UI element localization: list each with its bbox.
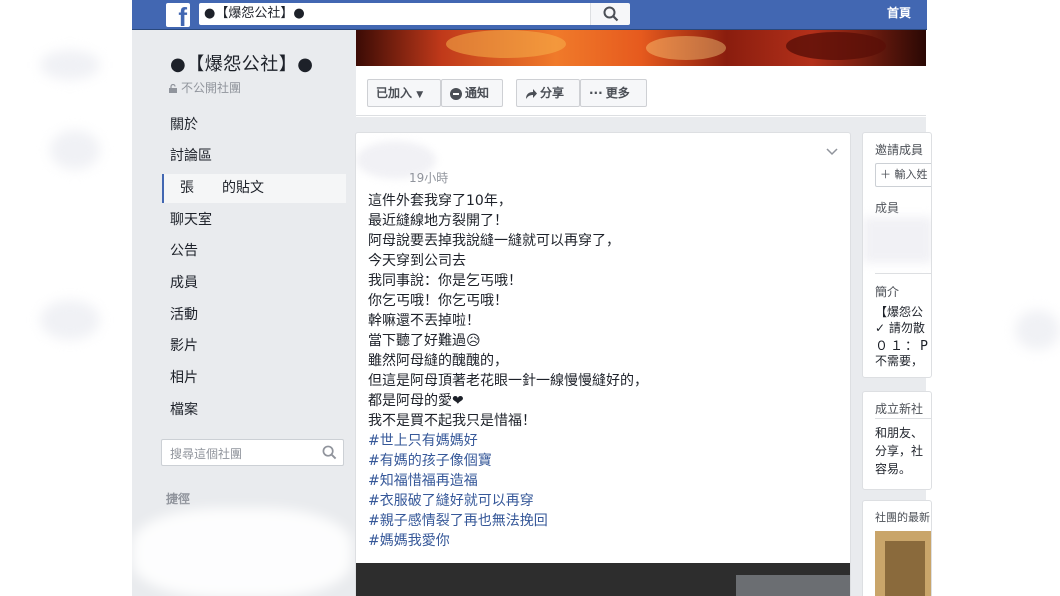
post-text-line: 你乞丐哦！你乞丐哦！ xyxy=(368,293,508,309)
post-text-line: 我同事說：你是乞丐哦！ xyxy=(368,273,522,289)
post-text-line: 當下聽了好難過😥 xyxy=(368,333,481,349)
nav-item-events[interactable]: 活動 xyxy=(170,303,198,327)
post-text-line: 但這是阿母頂著老花眼一針一線慢慢縫好的， xyxy=(368,373,648,389)
right-invite-box: 邀請成員 ＋ 輸入姓 成員 簡介 【爆怨公 ✓ 請勿散 ０１：P 不需要， xyxy=(862,132,932,378)
more-button[interactable]: ··· 更多 xyxy=(580,79,647,107)
joined-button[interactable]: 已加入 ▼ xyxy=(367,79,441,107)
top-search-button[interactable] xyxy=(590,3,630,25)
group-action-bar: 已加入 ▼ 通知 分享 ··· 更多 xyxy=(356,66,926,116)
group-search-input[interactable]: 搜尋這個社團 xyxy=(161,439,344,466)
intro-text-line: 【爆怨公 xyxy=(875,305,924,319)
right-create-group-box: 成立新社 和朋友、 分享，社 容易。 xyxy=(862,391,932,490)
blur-patch xyxy=(50,130,100,170)
blur-patch xyxy=(40,300,100,340)
search-icon xyxy=(322,445,337,460)
create-group-text-line: 分享，社 xyxy=(875,444,924,458)
nav-item-about[interactable]: 關於 xyxy=(170,113,198,137)
nav-item-files[interactable]: 檔案 xyxy=(170,398,198,422)
right-recent-box: 社團的最新 xyxy=(862,500,932,596)
nav-item-member-posts[interactable]: 張 的貼文 xyxy=(180,176,264,200)
member-avatars-blurred xyxy=(863,217,931,263)
nav-item-announcements[interactable]: 公告 xyxy=(170,239,198,263)
search-icon xyxy=(603,6,619,22)
left-sidebar: ●【爆怨公社】● 不公開社團 關於 討論區 張 的貼文 聊天室 公告 成員 活動… xyxy=(132,30,356,596)
caret-down-icon: ▼ xyxy=(416,90,424,100)
post-text-line: 雖然阿母縫的醜醜的， xyxy=(368,353,508,369)
top-navigation-bar: f ●【爆怨公社】● 首頁 xyxy=(132,0,927,30)
share-label: 分享 xyxy=(540,86,565,100)
more-label: 更多 xyxy=(605,86,630,100)
group-search-placeholder: 搜尋這個社團 xyxy=(170,447,243,461)
post-text-line: 阿母說要丟掉我說縫一縫就可以再穿了， xyxy=(368,233,620,249)
invite-members-heading: 邀請成員 xyxy=(875,143,924,157)
post-text-line: 都是阿母的愛❤ xyxy=(368,393,464,409)
post-text-line: 今天穿到公司去 xyxy=(368,253,466,269)
blur-patch xyxy=(1015,310,1060,350)
home-link[interactable]: 首頁 xyxy=(887,0,911,30)
notifications-label: 通知 xyxy=(465,86,490,100)
intro-heading: 簡介 xyxy=(875,285,900,299)
invite-member-input[interactable]: ＋ 輸入姓 xyxy=(875,163,931,187)
post-text-line: 最近縫線地方裂開了！ xyxy=(368,213,508,229)
post-text-line: 我不是買不起我只是惜福！ xyxy=(368,413,536,429)
joined-label: 已加入 xyxy=(376,86,413,100)
post-body: 這件外套我穿了10年， 最近縫線地方裂開了！ 阿母說要丟掉我說縫一縫就可以再穿了… xyxy=(368,191,838,551)
post-photo[interactable] xyxy=(356,563,850,596)
post-timestamp[interactable]: 19小時 xyxy=(409,169,448,186)
lock-open-icon xyxy=(169,84,177,93)
post-card: 19小時 這件外套我穿了10年， 最近縫線地方裂開了！ 阿母說要丟掉我說縫一縫就… xyxy=(355,132,851,596)
post-options-chevron-icon[interactable] xyxy=(826,145,838,159)
post-text-line: 這件外套我穿了10年， xyxy=(368,193,512,209)
recent-photo-thumbnail[interactable] xyxy=(875,531,931,596)
intro-text-line: ✓ 請勿散 xyxy=(875,321,925,335)
divider xyxy=(875,418,931,419)
nav-item-discussion[interactable]: 討論區 xyxy=(170,144,212,168)
post-hashtag-link[interactable]: #媽媽我愛你 xyxy=(368,531,838,551)
minus-circle-icon xyxy=(450,87,462,100)
post-text-line: 幹嘛還不丟掉啦！ xyxy=(368,313,480,329)
divider xyxy=(875,273,931,274)
facebook-logo-icon[interactable]: f xyxy=(166,3,190,30)
screenshot-stage: f ●【爆怨公社】● 首頁 ●【爆怨公社】● 不公開社團 關於 討論區 張 的貼… xyxy=(0,0,1060,596)
blur-patch xyxy=(40,50,100,80)
share-button[interactable]: 分享 xyxy=(516,79,580,107)
shortcuts-heading: 捷徑 xyxy=(166,492,191,506)
nav-item-videos[interactable]: 影片 xyxy=(170,334,198,358)
group-name[interactable]: ●【爆怨公社】● xyxy=(170,50,313,76)
group-privacy-label: 不公開社團 xyxy=(181,81,242,95)
blur-patch xyxy=(132,508,352,596)
post-hashtag-link[interactable]: #知福惜福再造福 xyxy=(368,471,838,491)
cover-photo-art xyxy=(356,30,926,66)
post-hashtag-link[interactable]: #世上只有媽媽好 xyxy=(368,431,838,451)
create-group-heading[interactable]: 成立新社 xyxy=(875,400,923,417)
nav-item-members[interactable]: 成員 xyxy=(170,271,198,295)
nav-item-chat[interactable]: 聊天室 xyxy=(170,208,212,232)
cover-photo[interactable] xyxy=(356,30,926,66)
share-arrow-icon xyxy=(526,88,537,99)
members-heading: 成員 xyxy=(875,201,900,215)
more-dots-icon: ··· xyxy=(589,86,603,100)
intro-text-line: 不需要， xyxy=(875,354,924,368)
recent-photos-heading: 社團的最新 xyxy=(875,511,930,524)
post-hashtag-link[interactable]: #親子感情裂了再也無法挽回 xyxy=(368,511,838,531)
post-hashtag-link[interactable]: #衣服破了縫好就可以再穿 xyxy=(368,491,838,511)
create-group-text-line: 容易。 xyxy=(875,462,912,476)
post-photo-detail xyxy=(736,575,850,596)
group-privacy: 不公開社團 xyxy=(169,79,241,96)
post-hashtag-link[interactable]: #有媽的孩子像個寶 xyxy=(368,451,838,471)
create-group-text-line: 和朋友、 xyxy=(875,426,924,440)
notifications-button[interactable]: 通知 xyxy=(441,79,503,107)
top-search-input[interactable]: ●【爆怨公社】● xyxy=(199,3,627,25)
nav-item-photos[interactable]: 相片 xyxy=(170,366,198,390)
